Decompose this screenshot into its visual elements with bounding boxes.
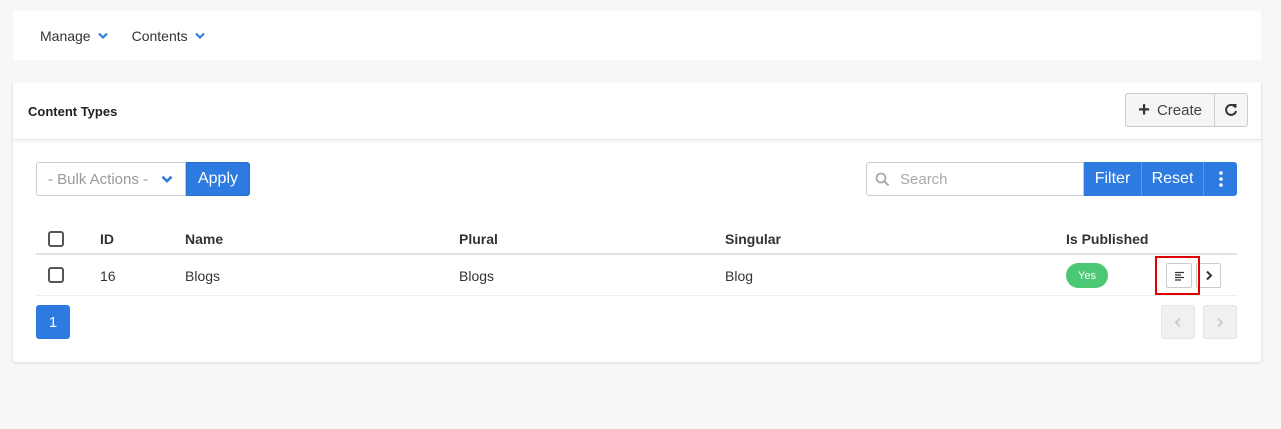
refresh-button[interactable] (1215, 93, 1248, 127)
highlight-box (1155, 256, 1200, 295)
content-types-panel: Content Types + Create - Bulk Actions - … (13, 82, 1261, 362)
more-vertical-icon (1218, 171, 1223, 187)
search-input[interactable] (900, 170, 1070, 188)
more-options-button[interactable] (1204, 162, 1237, 196)
bulk-actions-value: - Bulk Actions - (48, 170, 149, 188)
nav-manage[interactable]: Manage (40, 28, 108, 44)
table-row: 16 Blogs Blogs Blog Yes (36, 255, 1237, 296)
chevron-right-icon (1205, 270, 1212, 281)
table-header: ID Name Plural Singular Is Published (36, 222, 1237, 255)
refresh-icon (1225, 103, 1237, 116)
chevron-down-icon (97, 32, 108, 39)
column-header-singular[interactable]: Singular (725, 231, 781, 247)
nav-contents[interactable]: Contents (132, 28, 205, 44)
header-actions: + Create (1125, 93, 1248, 127)
content-types-table: ID Name Plural Singular Is Published 16 … (36, 222, 1237, 296)
column-header-name[interactable]: Name (185, 231, 223, 247)
page-title: Content Types (28, 104, 118, 119)
column-header-published[interactable]: Is Published (1066, 231, 1148, 247)
apply-button[interactable]: Apply (186, 162, 250, 196)
chevron-left-icon (1174, 317, 1181, 327)
column-header-plural[interactable]: Plural (459, 231, 498, 247)
nav-contents-label: Contents (131, 27, 188, 44)
create-button[interactable]: + Create (1125, 93, 1215, 127)
filter-button[interactable]: Filter (1084, 162, 1142, 196)
next-page-button[interactable] (1203, 305, 1237, 339)
status-badge[interactable]: Yes (1066, 263, 1108, 288)
cell-singular: Blog (725, 268, 754, 284)
search-box[interactable] (866, 162, 1084, 196)
chevron-right-icon (1217, 317, 1224, 327)
reset-button[interactable]: Reset (1142, 162, 1204, 196)
nav-manage-label: Manage (40, 27, 91, 44)
row-checkbox[interactable] (48, 267, 64, 283)
chevron-down-icon (161, 175, 173, 183)
create-label: Create (1156, 101, 1202, 119)
prev-page-button[interactable] (1161, 305, 1195, 339)
column-header-id[interactable]: ID (100, 231, 114, 247)
cell-name[interactable]: Blogs (185, 268, 220, 284)
chevron-down-icon (194, 32, 205, 39)
select-all-checkbox[interactable] (48, 231, 64, 247)
search-icon (875, 172, 890, 186)
bulk-actions-select[interactable]: - Bulk Actions - (36, 162, 186, 196)
top-nav: Manage Contents (13, 11, 1261, 60)
cell-id: 16 (100, 268, 116, 284)
page-button-1[interactable]: 1 (36, 305, 70, 339)
panel-header: Content Types + Create (13, 82, 1261, 140)
plus-icon: + (1138, 98, 1150, 121)
cell-plural: Blogs (459, 268, 495, 284)
